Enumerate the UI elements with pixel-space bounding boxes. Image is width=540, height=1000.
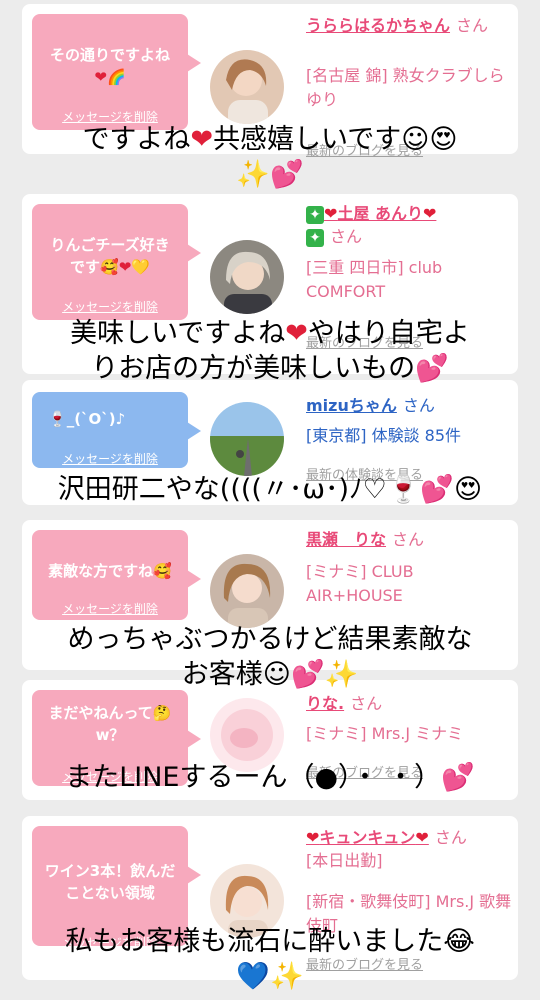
profile-name[interactable]: 黒瀬 りな	[306, 530, 386, 549]
comment-text: めっちゃぶつかるけど結果素敵な お客様☺💕✨	[67, 624, 473, 690]
message-text: まだやねんって🤔 w？	[48, 704, 172, 744]
shop-name[interactable]: [名古屋 錦] 熟女クラブしらゆり	[306, 64, 512, 112]
shop-name[interactable]: [東京都] 体験談 85件	[306, 424, 512, 448]
avatar[interactable]	[210, 402, 284, 476]
message-text: その通りですよね ❤🌈	[49, 46, 170, 86]
profile-name[interactable]: うららはるかちゃん	[306, 16, 450, 35]
honorific: さん	[350, 694, 383, 713]
profile-name[interactable]: ❤キュンキュン❤	[306, 828, 429, 847]
profile-info: ✦ ❤土屋 あんり❤ ✦ さん	[306, 202, 512, 248]
message-bubble: 素敵な方ですね🥰 メッセージを削除	[32, 530, 201, 620]
comment-text: 私もお客様も流石に酔いました😂 💙✨	[65, 926, 475, 992]
comment-text: 美味しいですよね❤やはり自宅よ りお店の方が美味しいもの💕	[70, 318, 470, 384]
comment-text: またLINEするーん（●）・ ・）💕	[65, 762, 475, 793]
message-text: りんごチーズ好き です🥰❤💛	[50, 236, 170, 276]
profile-info: ❤キュンキュン❤ さん [本日出勤]	[306, 826, 512, 873]
profile-info: うららはるかちゃん さん	[306, 14, 512, 37]
message-text: 🍷_(`O`)♪	[48, 410, 126, 428]
avatar[interactable]	[210, 240, 284, 314]
shop-name[interactable]: [ミナミ] CLUB AIR+HOUSE	[306, 560, 512, 608]
message-bubble: 🍷_(`O`)♪ メッセージを削除	[32, 392, 201, 470]
comment-text: 沢田研二やな((((〃･ω･)ﾉ♡🍷💕😍	[57, 474, 483, 505]
shop-name[interactable]: [三重 四日市] club COMFORT	[306, 256, 512, 304]
profile-name[interactable]: ✦ ❤土屋 あんり❤	[306, 204, 436, 224]
message-text: ワイン3本！飲んだことない領域	[44, 862, 176, 902]
profile-info: mizuちゃん さん	[306, 394, 512, 417]
shop-name[interactable]: [ミナミ] Mrs.J ミナミ	[306, 722, 512, 746]
sparkle-icon: ✦	[306, 228, 324, 247]
honorific: さん	[456, 16, 489, 35]
honorific: さん	[392, 530, 425, 549]
comment-text: ですよね❤共感嬉しいです☺😍 ✨💕	[82, 124, 458, 190]
message-text: 素敵な方ですね🥰	[48, 562, 172, 580]
avatar[interactable]	[210, 50, 284, 124]
avatar[interactable]	[210, 554, 284, 628]
honorific: さん	[330, 227, 363, 246]
delete-message-link[interactable]: メッセージを削除	[32, 598, 188, 620]
profile-name[interactable]: りな.	[306, 694, 344, 713]
profile-info: りな. さん	[306, 692, 512, 715]
profile-info: 黒瀬 りな さん	[306, 528, 512, 551]
message-bubble: その通りですよね ❤🌈 メッセージを削除	[32, 14, 201, 130]
profile-name[interactable]: mizuちゃん	[306, 396, 397, 415]
delete-message-link[interactable]: メッセージを削除	[32, 296, 188, 318]
honorific: さん	[434, 828, 467, 847]
work-status: [本日出勤]	[306, 851, 383, 870]
honorific: さん	[402, 396, 435, 415]
delete-message-link[interactable]: メッセージを削除	[32, 448, 188, 470]
message-bubble: りんごチーズ好き です🥰❤💛 メッセージを削除	[32, 204, 201, 320]
